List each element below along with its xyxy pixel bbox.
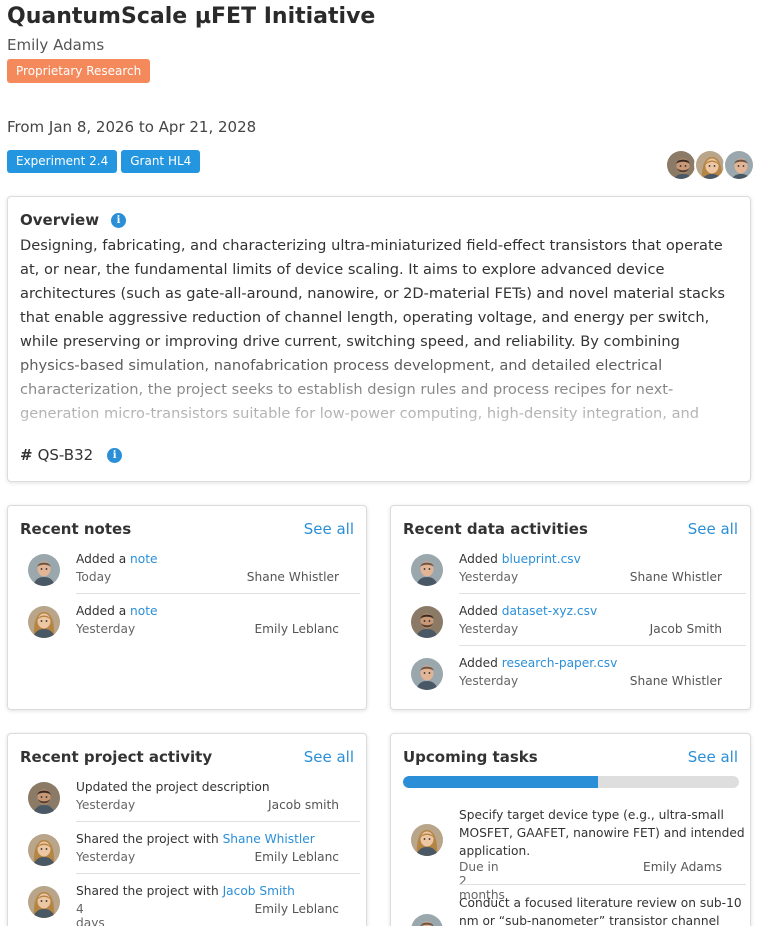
activity-time: Yesterday: [76, 798, 136, 812]
activity-user: Jacob Smith: [649, 622, 722, 636]
divider: [459, 884, 746, 885]
activity-user: Jacob smith: [268, 798, 339, 812]
badge-experiment[interactable]: Experiment 2.4: [7, 150, 118, 173]
note-link[interactable]: note: [130, 552, 157, 566]
activity-time: Yesterday: [76, 622, 136, 636]
avatar[interactable]: [723, 149, 755, 181]
avatar[interactable]: [665, 149, 697, 181]
activity-text: Added: [459, 552, 502, 566]
task-description: Conduct a focused literature review on s…: [459, 896, 742, 926]
recent-data-card: Recent data activities See all Added blu…: [390, 505, 751, 710]
recent-data-title: Recent data activities: [403, 520, 588, 538]
activity-time: 4 days ago: [76, 902, 105, 926]
avatar[interactable]: [411, 554, 443, 586]
activity-text: Shared the project with: [76, 884, 223, 898]
overview-title: Overview: [20, 211, 100, 229]
overview-description: Designing, fabricating, and characterizi…: [20, 237, 726, 422]
avatar[interactable]: [411, 606, 443, 638]
avatar[interactable]: [28, 782, 60, 814]
project-title: QuantumScale µFET Initiative: [7, 4, 376, 29]
upcoming-tasks-title: Upcoming tasks: [403, 748, 538, 766]
avatar[interactable]: [411, 824, 443, 856]
project-owner: Emily Adams: [7, 36, 105, 54]
divider: [76, 873, 360, 874]
activity-time: Yesterday: [459, 674, 519, 688]
activity-user: Shane Whistler: [246, 570, 339, 584]
divider: [459, 645, 746, 646]
activity-text: Added a: [76, 604, 131, 618]
proprietary-tag: Proprietary Research: [7, 59, 151, 83]
file-link[interactable]: blueprint.csv: [502, 552, 581, 566]
file-link[interactable]: dataset-xyz.csv: [502, 604, 597, 618]
upcoming-tasks-card: Upcoming tasks See all Specify target de…: [390, 733, 751, 926]
recent-notes-card: Recent notes See all Added a note Today …: [7, 505, 367, 710]
badge-grant[interactable]: Grant HL4: [121, 150, 201, 173]
see-all-tasks-link[interactable]: See all: [688, 748, 738, 766]
activity-user: Emily Leblanc: [254, 902, 339, 916]
overview-card: Overview i Designing, fabricating, and c…: [7, 196, 751, 482]
activity-text: Added a: [76, 552, 131, 566]
activity-text: Added: [459, 604, 502, 618]
task-assignee: Emily Adams: [643, 860, 722, 874]
recent-notes-title: Recent notes: [20, 520, 132, 538]
activity-time: Yesterday: [459, 622, 519, 636]
note-link[interactable]: note: [130, 604, 157, 618]
file-link[interactable]: research-paper.csv: [502, 656, 618, 670]
project-activity-title: Recent project activity: [20, 748, 213, 766]
tasks-progress-bar: [403, 776, 739, 788]
divider: [76, 593, 360, 594]
avatar[interactable]: [28, 834, 60, 866]
project-code: # QS-B32 i: [20, 446, 123, 464]
activity-text: Shared the project with: [76, 832, 223, 846]
task-description: Specify target device type (e.g., ultra-…: [459, 808, 745, 858]
divider: [459, 593, 746, 594]
avatar[interactable]: [411, 658, 443, 690]
info-icon[interactable]: i: [107, 447, 123, 463]
avatar[interactable]: [28, 886, 60, 918]
activity-time: Yesterday: [459, 570, 519, 584]
avatar[interactable]: [411, 914, 443, 926]
badge-list: Experiment 2.4 Grant HL4: [7, 150, 201, 173]
see-all-data-link[interactable]: See all: [688, 520, 738, 538]
project-date-range: From Jan 8, 2026 to Apr 21, 2028: [7, 118, 257, 136]
tasks-progress-fill: [403, 776, 598, 788]
avatar[interactable]: [694, 149, 726, 181]
activity-user: Emily Leblanc: [254, 622, 339, 636]
activity-time: Today: [76, 570, 112, 584]
activity-user: Emily Leblanc: [254, 850, 339, 864]
project-activity-card: Recent project activity See all Updated …: [7, 733, 367, 926]
see-all-activity-link[interactable]: See all: [304, 748, 354, 766]
activity-user: Shane Whistler: [629, 674, 722, 688]
info-icon[interactable]: i: [111, 212, 127, 228]
activity-text: Added: [459, 656, 502, 670]
activity-text: Updated the project description: [76, 780, 270, 794]
divider: [76, 821, 360, 822]
activity-time: Yesterday: [76, 850, 136, 864]
hash-icon: #: [20, 446, 33, 464]
avatar[interactable]: [28, 606, 60, 638]
user-link[interactable]: Shane Whistler: [223, 832, 315, 846]
project-code-value: QS-B32: [37, 446, 94, 464]
user-link[interactable]: Jacob Smith: [223, 884, 295, 898]
avatar[interactable]: [28, 554, 60, 586]
activity-user: Shane Whistler: [629, 570, 722, 584]
see-all-notes-link[interactable]: See all: [304, 520, 354, 538]
team-avatars[interactable]: [665, 149, 755, 181]
